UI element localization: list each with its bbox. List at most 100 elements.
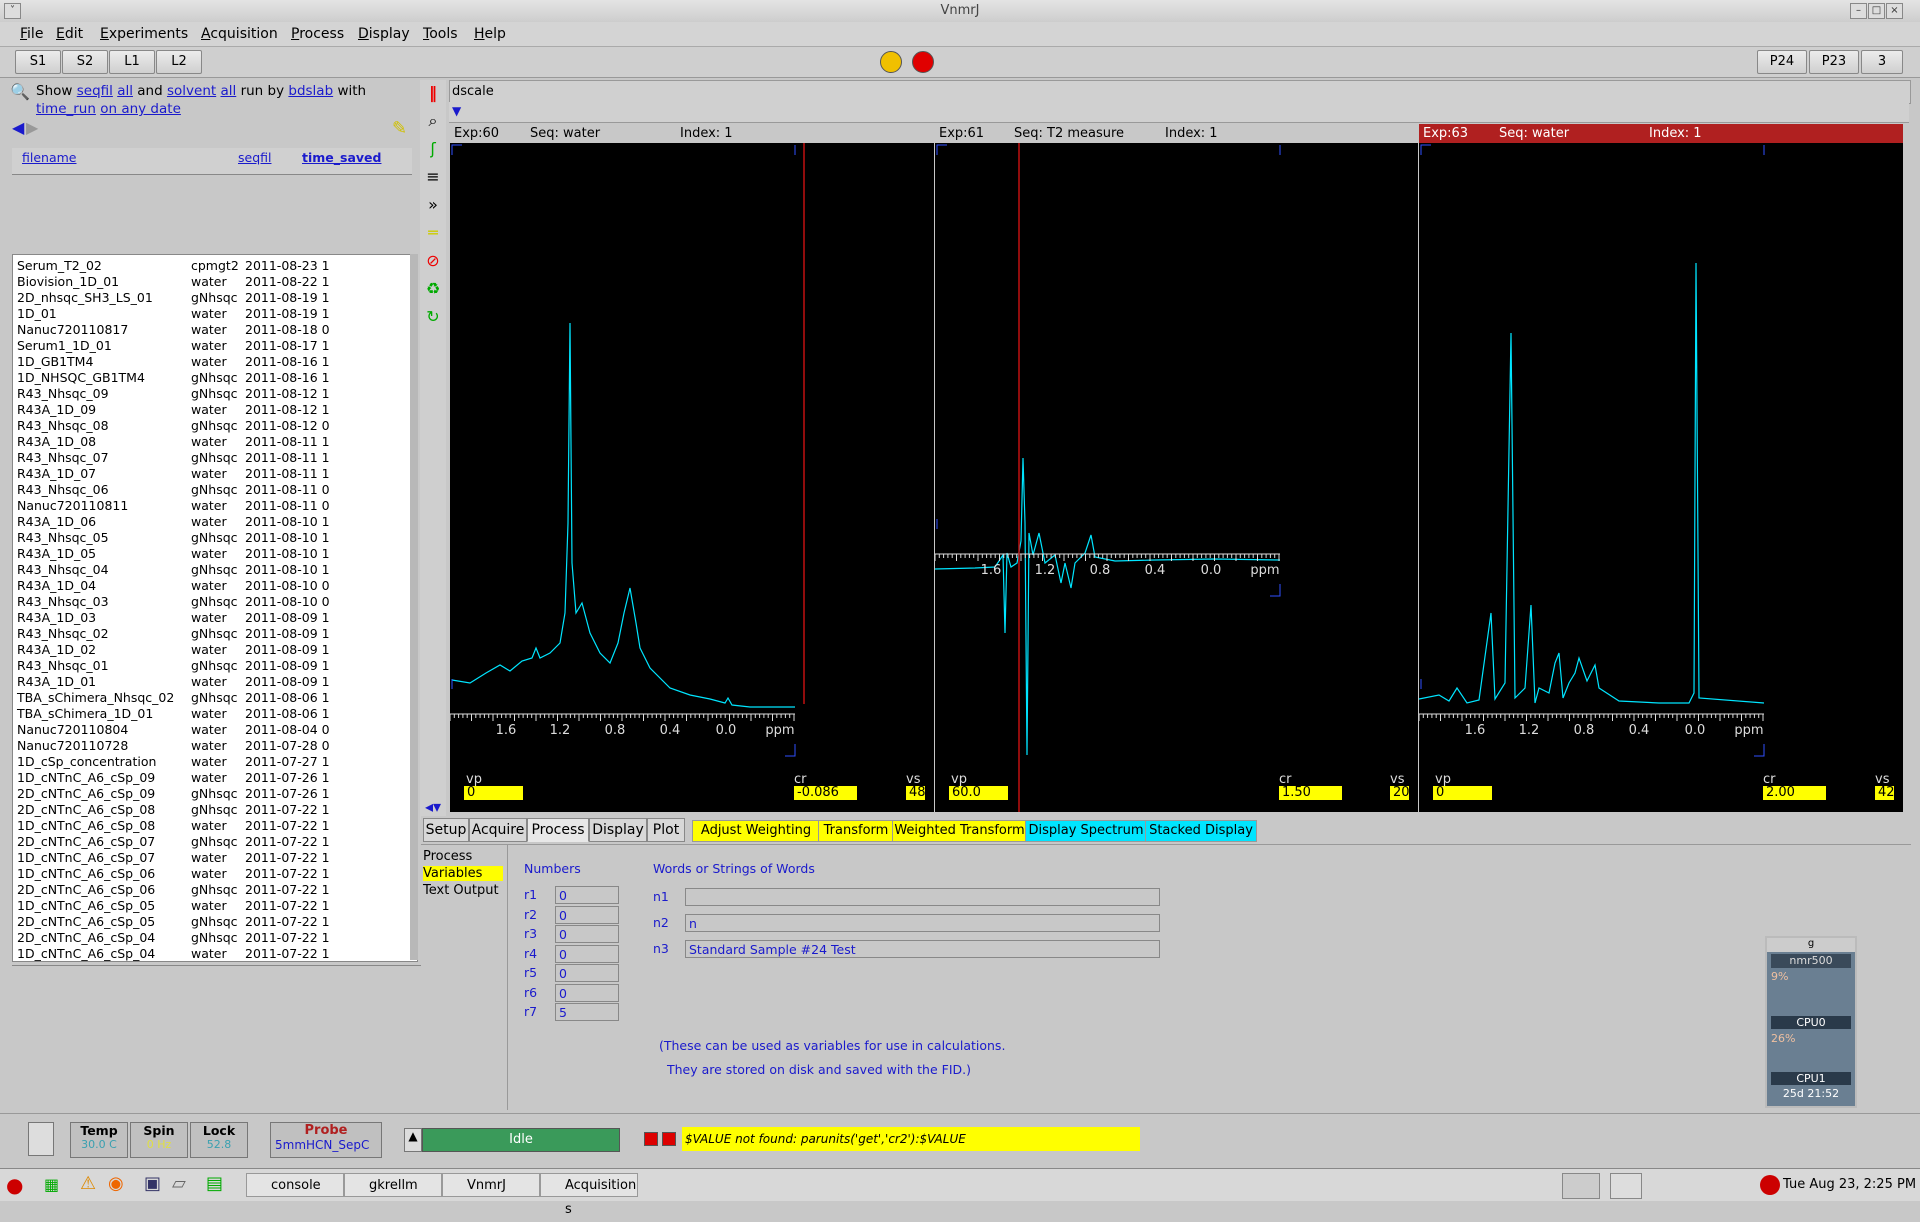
- menu-file[interactable]: File: [20, 26, 43, 42]
- tab-acquire[interactable]: Acquire: [469, 818, 527, 842]
- side-variables[interactable]: Variables: [423, 866, 503, 881]
- page-3-button[interactable]: 3: [1861, 50, 1903, 74]
- recycle-icon[interactable]: ♻: [422, 278, 444, 300]
- command-input[interactable]: ▼: [449, 102, 1909, 123]
- temp-status[interactable]: Temp 30.0 C: [70, 1122, 128, 1158]
- update-notifier-icon[interactable]: [1760, 1175, 1780, 1195]
- phase-icon[interactable]: ʃ: [422, 138, 444, 160]
- menu-edit[interactable]: Edit: [56, 26, 83, 42]
- table-row[interactable]: Biovision_1D_01 water 2011-08-22 1: [13, 274, 413, 290]
- close-icon[interactable]: ×: [1886, 3, 1903, 19]
- cr-value[interactable]: -0.086: [794, 786, 857, 800]
- locator-user-link[interactable]: bdslab: [288, 83, 333, 99]
- table-row[interactable]: R43_Nhsqc_07 gNhsqc 2011-08-11 1: [13, 450, 413, 466]
- variable-field[interactable]: 5: [555, 1003, 619, 1021]
- table-row[interactable]: 2D_nhsqc_SH3_LS_01 gNhsqc 2011-08-19 1: [13, 290, 413, 306]
- viewport-s2-button[interactable]: S2: [62, 50, 108, 74]
- task-console[interactable]: console: [246, 1173, 344, 1197]
- table-row[interactable]: R43A_1D_02 water 2011-08-09 1: [13, 642, 413, 658]
- files-icon[interactable]: ▱: [172, 1173, 186, 1194]
- task-acquisition[interactable]: Acquisition s: [540, 1173, 638, 1217]
- vs-value[interactable]: 42: [1875, 786, 1895, 800]
- system-monitor-icon[interactable]: ▦: [44, 1175, 59, 1194]
- trash-icon[interactable]: [28, 1122, 54, 1156]
- task-gkrellm[interactable]: gkrellm: [344, 1173, 442, 1197]
- threshold-icon[interactable]: ═: [422, 222, 444, 244]
- table-row[interactable]: 1D_cNTnC_A6_cSp_04 water 2011-07-22 1: [13, 946, 413, 961]
- table-row[interactable]: 2D_cNTnC_A6_cSp_09 gNhsqc 2011-07-26 1: [13, 786, 413, 802]
- zoom-icon[interactable]: ⌕: [422, 110, 444, 132]
- table-row[interactable]: Nanuc720110811 water 2011-08-11 0: [13, 498, 413, 514]
- table-row[interactable]: 1D_GB1TM4 water 2011-08-16 1: [13, 354, 413, 370]
- table-row[interactable]: R43_Nhsqc_09 gNhsqc 2011-08-12 1: [13, 386, 413, 402]
- table-row[interactable]: R43A_1D_01 water 2011-08-09 1: [13, 674, 413, 690]
- table-row[interactable]: R43_Nhsqc_01 gNhsqc 2011-08-09 1: [13, 658, 413, 674]
- vp-value[interactable]: 0: [1433, 786, 1492, 800]
- table-row[interactable]: R43_Nhsqc_04 gNhsqc 2011-08-10 1: [13, 562, 413, 578]
- table-row[interactable]: Nanuc720110728 water 2011-07-28 0: [13, 738, 413, 754]
- toolbar-arrows-icon[interactable]: ◂▾: [422, 796, 444, 818]
- table-row[interactable]: 1D_01 water 2011-08-19 1: [13, 306, 413, 322]
- viewport-exp60[interactable]: Exp:60 Seq: water Index: 1 1.6 1.2 0.8 0.4 0…: [450, 124, 934, 812]
- side-process[interactable]: Process: [423, 849, 472, 864]
- status-expand-icon[interactable]: ▲: [404, 1128, 422, 1152]
- table-row[interactable]: Serum_T2_02 cpmgt2 2011-08-23 1: [13, 258, 413, 274]
- column-time-saved[interactable]: time_saved: [302, 150, 381, 165]
- table-row[interactable]: R43A_1D_04 water 2011-08-10 0: [13, 578, 413, 594]
- locator-all2-link[interactable]: all: [220, 83, 236, 99]
- adjust-weighting-button[interactable]: Adjust Weighting: [692, 820, 820, 842]
- command-history-icon[interactable]: ▼: [452, 104, 461, 118]
- menu-tools[interactable]: Tools: [423, 26, 458, 42]
- abort-acquisition-icon[interactable]: [880, 51, 902, 73]
- expand-icon[interactable]: »: [422, 194, 444, 216]
- table-row[interactable]: R43A_1D_07 water 2011-08-11 1: [13, 466, 413, 482]
- viewport-exp63[interactable]: Exp:63 Seq: water Index: 1 1.6 1.2 0.8 0.4 0…: [1419, 124, 1903, 812]
- table-row[interactable]: 1D_cNTnC_A6_cSp_09 water 2011-07-26 1: [13, 770, 413, 786]
- table-row[interactable]: 1D_cNTnC_A6_cSp_07 water 2011-07-22 1: [13, 850, 413, 866]
- table-row[interactable]: TBA_sChimera_1D_01 water 2011-08-06 1: [13, 706, 413, 722]
- probe-status[interactable]: Probe 5mmHCN_SepC: [270, 1122, 382, 1158]
- table-row[interactable]: R43_Nhsqc_08 gNhsqc 2011-08-12 0: [13, 418, 413, 434]
- table-row[interactable]: Nanuc720110804 water 2011-08-04 0: [13, 722, 413, 738]
- table-row[interactable]: R43_Nhsqc_02 gNhsqc 2011-08-09 1: [13, 626, 413, 642]
- magnifier-icon[interactable]: 🔍: [10, 82, 30, 102]
- tab-plot[interactable]: Plot: [647, 818, 685, 842]
- back-arrow-icon[interactable]: ◀: [12, 118, 24, 137]
- refresh-icon[interactable]: ↻: [422, 306, 444, 328]
- variable-field[interactable]: 0: [555, 905, 619, 924]
- table-row[interactable]: 2D_cNTnC_A6_cSp_08 gNhsqc 2011-07-22 1: [13, 802, 413, 818]
- variable-field[interactable]: 0: [555, 886, 619, 904]
- column-filename[interactable]: filename: [22, 150, 77, 165]
- locator-anydate-link[interactable]: on any date: [100, 101, 181, 117]
- menu-process[interactable]: Process: [291, 26, 344, 42]
- locator-all-link[interactable]: all: [117, 83, 133, 99]
- side-text-output[interactable]: Text Output: [423, 883, 499, 898]
- cr-value[interactable]: 1.50: [1279, 786, 1342, 800]
- menu-display[interactable]: Display: [358, 26, 410, 42]
- warning-indicator-icon[interactable]: [662, 1132, 676, 1146]
- table-row[interactable]: R43A_1D_09 water 2011-08-12 1: [13, 402, 413, 418]
- table-row[interactable]: R43A_1D_05 water 2011-08-10 1: [13, 546, 413, 562]
- firefox-icon[interactable]: ◉: [108, 1173, 124, 1194]
- table-row[interactable]: R43A_1D_06 water 2011-08-10 1: [13, 514, 413, 530]
- table-row[interactable]: 2D_cNTnC_A6_cSp_05 gNhsqc 2011-07-22 1: [13, 914, 413, 930]
- table-row[interactable]: 1D_cNTnC_A6_cSp_06 water 2011-07-22 1: [13, 866, 413, 882]
- spectrum-plot[interactable]: 1.6 1.2 0.8 0.4 0.0 ppm: [450, 143, 934, 812]
- variable-field[interactable]: 0: [555, 944, 619, 963]
- file-list-scrollbar[interactable]: [410, 254, 418, 960]
- lock-status[interactable]: Lock 52.8: [190, 1122, 248, 1158]
- vp-value[interactable]: 60.0: [949, 786, 1008, 800]
- column-seqfil[interactable]: seqfil: [238, 150, 271, 165]
- vp-value[interactable]: 0: [464, 786, 523, 800]
- workspace-2-icon[interactable]: [1610, 1173, 1642, 1199]
- string-variable-field[interactable]: Standard Sample #24 Test: [685, 940, 1160, 958]
- clock[interactable]: Tue Aug 23, 2:25 PM: [1783, 1177, 1916, 1192]
- menu-experiments[interactable]: Experiments: [100, 26, 188, 42]
- variable-field[interactable]: 0: [555, 964, 619, 982]
- p24-button[interactable]: P24: [1757, 50, 1807, 74]
- table-row[interactable]: 1D_cNTnC_A6_cSp_08 water 2011-07-22 1: [13, 818, 413, 834]
- menu-acquisition[interactable]: Acquisition: [201, 26, 278, 42]
- table-row[interactable]: 1D_cNTnC_A6_cSp_05 water 2011-07-22 1: [13, 898, 413, 914]
- scale-icon[interactable]: ≡: [422, 166, 444, 188]
- table-row[interactable]: 2D_cNTnC_A6_cSp_04 gNhsqc 2011-07-22 1: [13, 930, 413, 946]
